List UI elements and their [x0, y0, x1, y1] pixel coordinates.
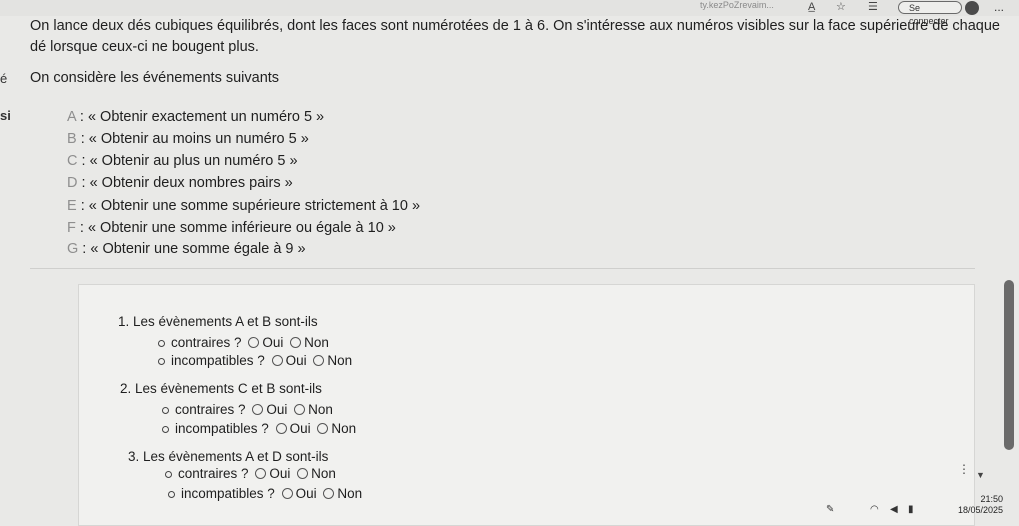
- bullet-icon: [165, 470, 172, 478]
- radio-non[interactable]: [313, 355, 325, 366]
- cut-text-left: é: [0, 71, 8, 86]
- radio-non[interactable]: [290, 337, 302, 348]
- question-2-incompatibles: incompatibles ? Oui Non: [162, 421, 356, 436]
- event-c: C : « Obtenir au plus un numéro 5 »: [67, 153, 298, 169]
- radio-oui[interactable]: [248, 337, 260, 348]
- question-2-title: 2. Les évènements C et B sont-ils: [120, 381, 322, 396]
- url-fragment: ty.kezPoZrevaim...: [700, 0, 774, 10]
- radio-oui[interactable]: [255, 468, 267, 479]
- question-3-contraires: contraires ? Oui Non: [165, 466, 336, 481]
- radio-non[interactable]: [294, 404, 306, 415]
- radio-non[interactable]: [317, 423, 329, 434]
- bullet-icon: [158, 357, 165, 365]
- arrow-down-icon[interactable]: ▼: [976, 470, 985, 480]
- radio-oui[interactable]: [281, 488, 293, 499]
- section-divider: [30, 268, 975, 269]
- bullet-icon: [168, 490, 175, 498]
- events-heading: On considère les événements suivants: [30, 70, 280, 86]
- volume-icon[interactable]: ◀: [890, 504, 898, 515]
- battery-icon[interactable]: ▮: [908, 504, 914, 515]
- favorite-star-icon[interactable]: ☆: [836, 1, 846, 13]
- event-d: D : « Obtenir deux nombres pairs »: [67, 175, 293, 191]
- more-menu-icon[interactable]: ...: [994, 0, 1004, 14]
- event-f: F : « Obtenir une somme inférieure ou ég…: [67, 220, 396, 236]
- event-b: B : « Obtenir au moins un numéro 5 »: [67, 131, 309, 147]
- wifi-icon[interactable]: ◠: [870, 504, 879, 515]
- cut-text-left: si: [0, 108, 11, 123]
- event-e: E : « Obtenir une somme supérieure stric…: [67, 198, 421, 214]
- pen-icon[interactable]: ✎: [826, 504, 834, 515]
- radio-oui[interactable]: [271, 355, 283, 366]
- question-1-contraires: contraires ? Oui Non: [158, 335, 329, 350]
- radio-oui[interactable]: [252, 404, 264, 415]
- browser-top-bar: ty.kezPoZrevaim... A̲ ☆ ☰ Se connecter .…: [0, 0, 1019, 26]
- question-2-contraires: contraires ? Oui Non: [162, 402, 333, 417]
- bullet-icon: [162, 425, 169, 433]
- event-a: A : « Obtenir exactement un numéro 5 »: [67, 109, 325, 125]
- signin-button[interactable]: Se connecter: [898, 1, 962, 26]
- taskbar-clock: 21:50 18/05/2025: [958, 494, 1004, 515]
- bullet-icon: [162, 406, 169, 414]
- scrollbar[interactable]: [1004, 280, 1014, 450]
- read-aloud-icon[interactable]: A̲: [808, 1, 815, 13]
- bullet-icon: [158, 339, 165, 347]
- favorites-list-icon[interactable]: ☰: [868, 1, 878, 13]
- question-3-incompatibles: incompatibles ? Oui Non: [168, 486, 362, 501]
- question-3-title: 3. Les évènements A et D sont-ils: [128, 449, 329, 464]
- kebab-menu-icon[interactable]: ⋮: [958, 462, 970, 476]
- problem-statement: On lance deux dés cubiques équilibrés, d…: [30, 18, 1000, 55]
- question-1-title: 1. Les évènements A et B sont-ils: [118, 314, 318, 329]
- question-1-incompatibles: incompatibles ? Oui Non: [158, 353, 352, 368]
- radio-non[interactable]: [323, 488, 335, 499]
- event-g: G : « Obtenir une somme égale à 9 »: [67, 241, 306, 257]
- radio-oui[interactable]: [275, 423, 287, 434]
- radio-non[interactable]: [297, 468, 309, 479]
- avatar[interactable]: [965, 1, 979, 15]
